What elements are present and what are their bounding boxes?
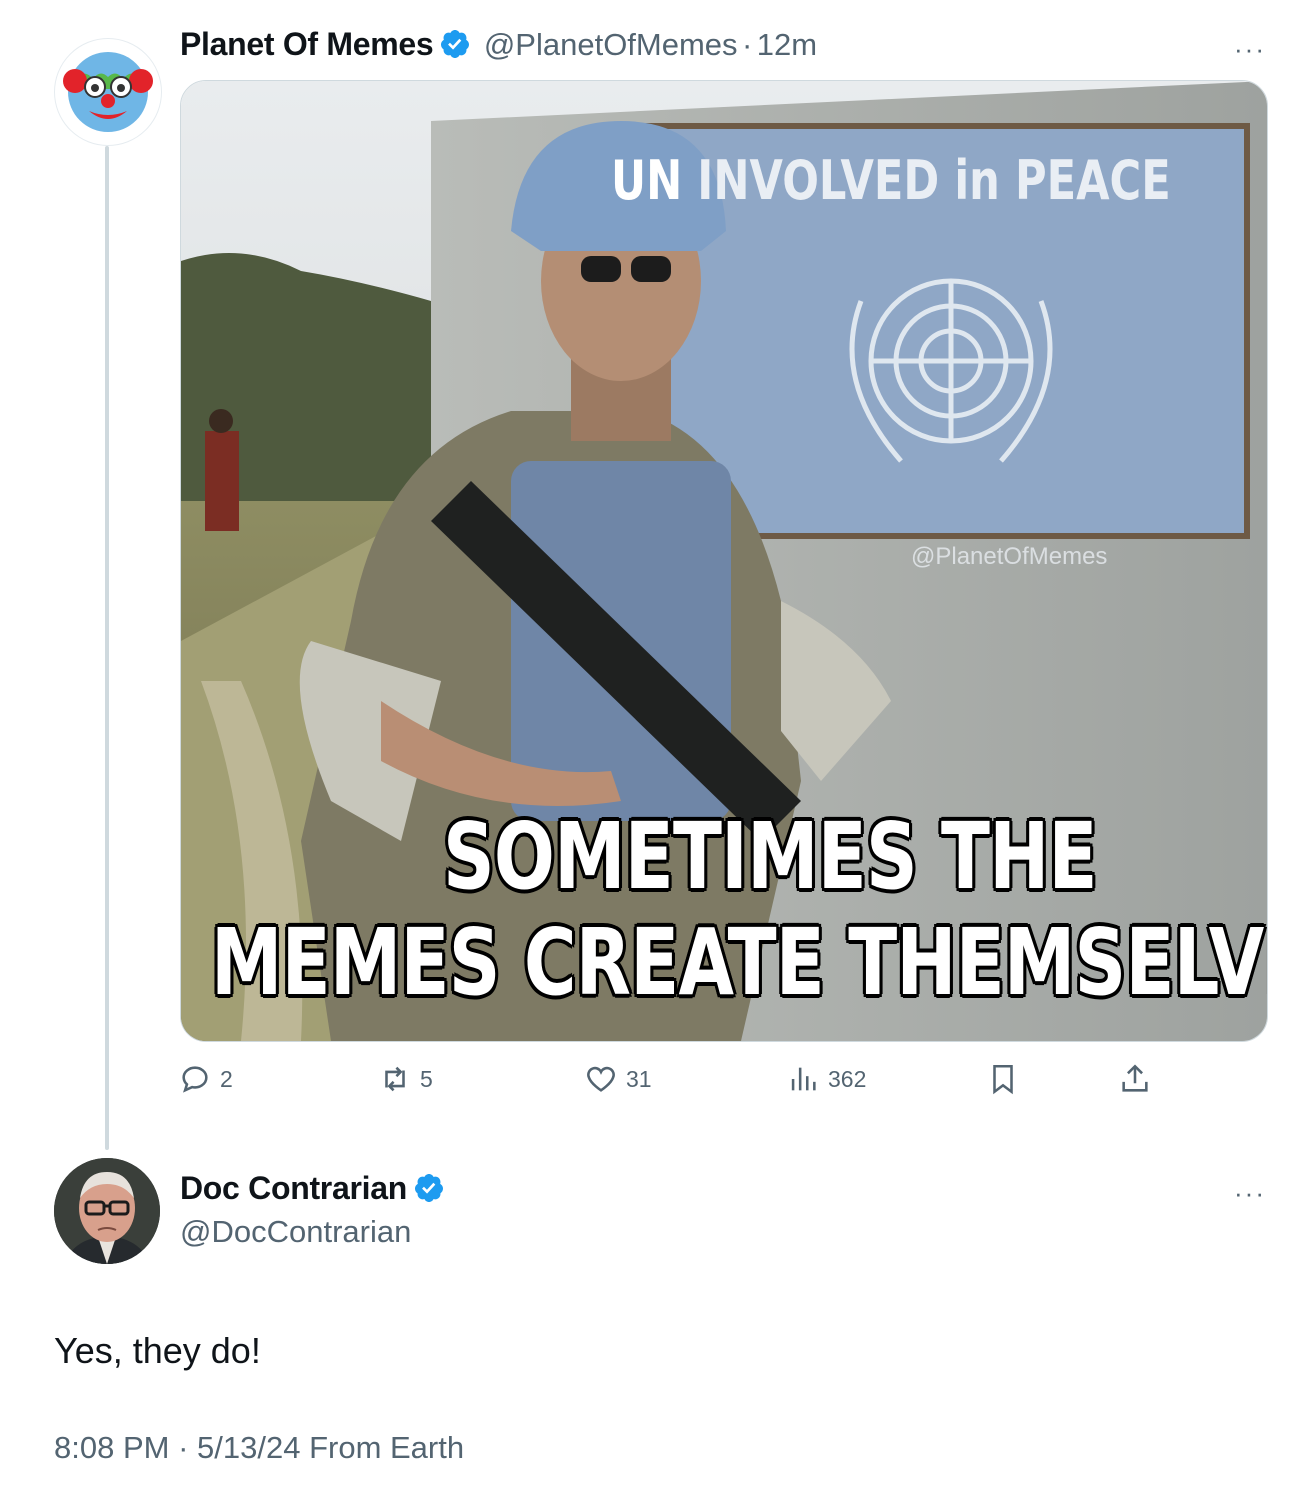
verified-badge-icon xyxy=(414,1174,443,1202)
verified-badge-icon xyxy=(441,30,470,58)
bookmark-icon xyxy=(993,1064,1013,1095)
reply-tweet-text: Yes, they do! xyxy=(54,1330,261,1371)
views-button[interactable]: 362 xyxy=(786,1062,866,1096)
planet-of-memes-avatar[interactable] xyxy=(54,38,162,146)
more-options-button[interactable]: ··· xyxy=(1234,34,1266,65)
reply-date-source: 5/13/24 From Earth xyxy=(197,1430,465,1465)
repost-icon xyxy=(385,1066,405,1092)
repost-button[interactable]: 5 xyxy=(378,1062,433,1096)
views-count: 362 xyxy=(828,1065,867,1092)
repost-count: 5 xyxy=(420,1065,433,1092)
author-display-name[interactable]: Planet Of Memes xyxy=(180,26,434,62)
like-button[interactable]: 31 xyxy=(584,1062,652,1096)
reply-count: 2 xyxy=(220,1065,233,1092)
reply-author-handle[interactable]: @DocContrarian xyxy=(180,1214,411,1250)
reply-author-display-name[interactable]: Doc Contrarian xyxy=(180,1170,407,1206)
reply-time[interactable]: 8:08 PM xyxy=(54,1430,169,1465)
meme-caption-line2: MEMES CREATE THEMSELVES xyxy=(211,909,1268,1016)
doc-contrarian-avatar[interactable] xyxy=(54,1158,160,1264)
reply-more-options-button[interactable]: ··· xyxy=(1234,1178,1266,1209)
reply-icon xyxy=(182,1066,208,1093)
bookmark-button[interactable] xyxy=(986,1062,1028,1096)
like-count: 31 xyxy=(626,1065,652,1092)
reply-button[interactable]: 2 xyxy=(178,1062,233,1096)
views-chart-icon xyxy=(791,1067,816,1091)
thread-connector-line xyxy=(105,146,109,1150)
reply-header: Doc Contrarian xyxy=(180,1170,445,1207)
meme-top-text-un: UN xyxy=(611,149,683,212)
meme-caption-line1: SOMETIMES THE xyxy=(443,803,1098,910)
share-button[interactable] xyxy=(1118,1062,1160,1096)
meme-top-text-rest: INVOLVED in PEACE xyxy=(697,149,1171,212)
author-handle[interactable]: @PlanetOfMemes xyxy=(484,27,738,62)
tweet-media-image[interactable]: UN INVOLVED in PEACE @PlanetOfMemes SOME… xyxy=(180,80,1268,1042)
meme-watermark: @PlanetOfMemes xyxy=(911,543,1108,570)
heart-icon xyxy=(587,1066,615,1092)
reply-timestamp-line: 8:08 PM · 5/13/24 From Earth xyxy=(54,1430,464,1466)
share-icon xyxy=(1122,1064,1148,1092)
tweet-time[interactable]: 12m xyxy=(757,27,817,62)
meme-top-text: UN INVOLVED in PEACE xyxy=(611,149,1171,212)
separator-dot: · xyxy=(742,27,753,62)
separator-dot: · xyxy=(178,1430,189,1465)
tweet-header: Planet Of Memes @PlanetOfMemes · 12m xyxy=(180,26,817,63)
clown-face-icon xyxy=(63,52,153,132)
user-portrait xyxy=(54,1158,160,1264)
